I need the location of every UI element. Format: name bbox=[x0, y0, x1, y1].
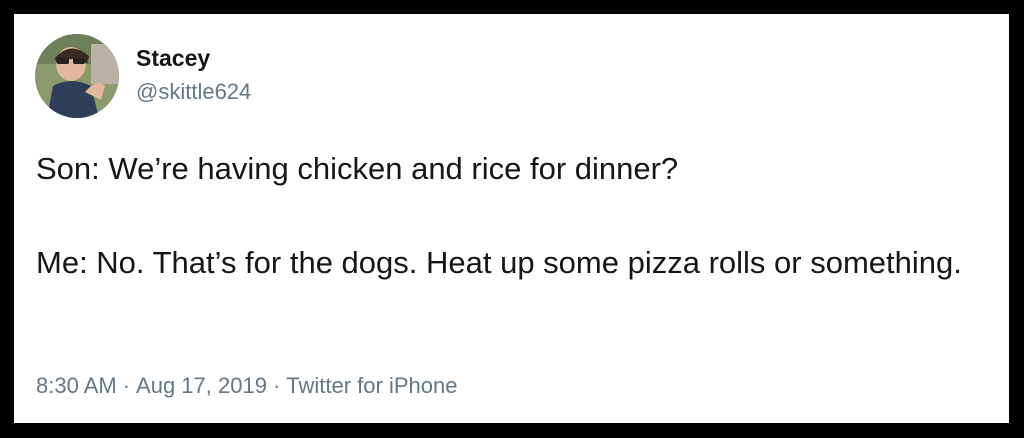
tweet-source[interactable]: Twitter for iPhone bbox=[286, 373, 457, 398]
tweet-metadata: 8:30 AM · Aug 17, 2019 · Twitter for iPhone bbox=[36, 372, 457, 400]
tweet-text: Son: We’re having chicken and rice for d… bbox=[36, 146, 986, 286]
separator: · bbox=[272, 373, 281, 398]
tweet-text-line: Me: No. That’s for the dogs. Heat up som… bbox=[36, 245, 962, 280]
avatar[interactable] bbox=[35, 34, 119, 118]
avatar-photo-icon bbox=[35, 34, 119, 118]
tweet-time[interactable]: 8:30 AM bbox=[36, 373, 117, 398]
separator: · bbox=[122, 373, 131, 398]
tweet-date[interactable]: Aug 17, 2019 bbox=[136, 373, 267, 398]
user-handle[interactable]: @skittle624 bbox=[136, 78, 251, 106]
display-name[interactable]: Stacey bbox=[136, 44, 210, 72]
tweet-card: Stacey @skittle624 Son: We’re having chi… bbox=[14, 14, 1009, 423]
tweet-text-line: Son: We’re having chicken and rice for d… bbox=[36, 151, 679, 186]
